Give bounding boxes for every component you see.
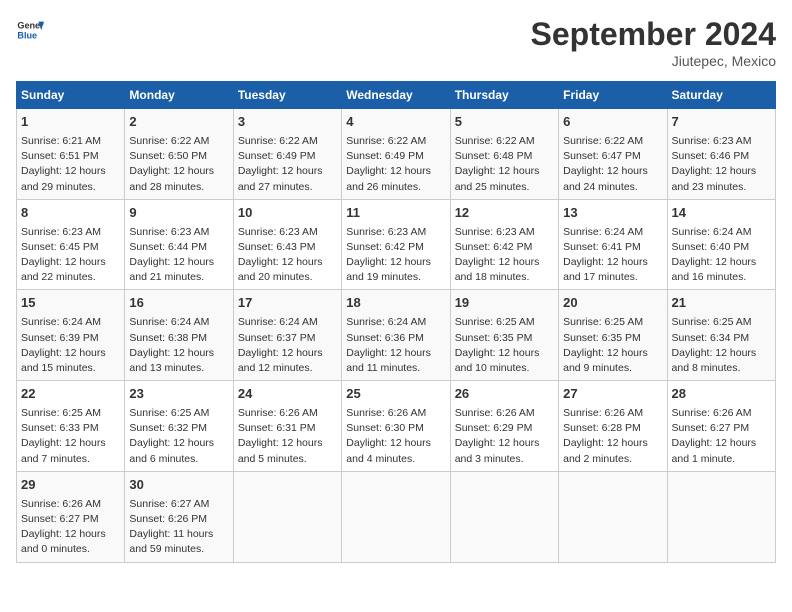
calendar-cell: 28Sunrise: 6:26 AMSunset: 6:27 PMDayligh… — [667, 381, 775, 472]
month-title: September 2024 — [531, 16, 776, 53]
calendar-week-row: 29Sunrise: 6:26 AMSunset: 6:27 PMDayligh… — [17, 471, 776, 562]
calendar-cell — [559, 471, 667, 562]
calendar-cell: 11Sunrise: 6:23 AMSunset: 6:42 PMDayligh… — [342, 199, 450, 290]
day-number: 28 — [672, 385, 771, 404]
day-number: 21 — [672, 294, 771, 313]
day-number: 16 — [129, 294, 228, 313]
calendar-cell: 8Sunrise: 6:23 AMSunset: 6:45 PMDaylight… — [17, 199, 125, 290]
day-number: 23 — [129, 385, 228, 404]
day-number: 7 — [672, 113, 771, 132]
day-number: 27 — [563, 385, 662, 404]
day-number: 2 — [129, 113, 228, 132]
logo-icon: General Blue — [16, 16, 44, 44]
calendar-cell: 21Sunrise: 6:25 AMSunset: 6:34 PMDayligh… — [667, 290, 775, 381]
calendar-cell: 12Sunrise: 6:23 AMSunset: 6:42 PMDayligh… — [450, 199, 558, 290]
calendar-cell: 24Sunrise: 6:26 AMSunset: 6:31 PMDayligh… — [233, 381, 341, 472]
calendar-body: 1Sunrise: 6:21 AMSunset: 6:51 PMDaylight… — [17, 109, 776, 563]
calendar-cell — [342, 471, 450, 562]
day-number: 1 — [21, 113, 120, 132]
day-number: 18 — [346, 294, 445, 313]
day-number: 24 — [238, 385, 337, 404]
day-number: 11 — [346, 204, 445, 223]
calendar-cell — [233, 471, 341, 562]
day-number: 4 — [346, 113, 445, 132]
day-header-saturday: Saturday — [667, 82, 775, 109]
day-number: 14 — [672, 204, 771, 223]
day-header-sunday: Sunday — [17, 82, 125, 109]
calendar-cell: 17Sunrise: 6:24 AMSunset: 6:37 PMDayligh… — [233, 290, 341, 381]
title-area: September 2024 Jiutepec, Mexico — [531, 16, 776, 69]
calendar-cell — [450, 471, 558, 562]
calendar-week-row: 15Sunrise: 6:24 AMSunset: 6:39 PMDayligh… — [17, 290, 776, 381]
calendar-cell: 15Sunrise: 6:24 AMSunset: 6:39 PMDayligh… — [17, 290, 125, 381]
calendar-cell: 10Sunrise: 6:23 AMSunset: 6:43 PMDayligh… — [233, 199, 341, 290]
day-header-monday: Monday — [125, 82, 233, 109]
day-number: 25 — [346, 385, 445, 404]
day-number: 19 — [455, 294, 554, 313]
calendar-cell: 29Sunrise: 6:26 AMSunset: 6:27 PMDayligh… — [17, 471, 125, 562]
day-header-tuesday: Tuesday — [233, 82, 341, 109]
calendar-cell: 27Sunrise: 6:26 AMSunset: 6:28 PMDayligh… — [559, 381, 667, 472]
day-header-wednesday: Wednesday — [342, 82, 450, 109]
calendar-cell: 16Sunrise: 6:24 AMSunset: 6:38 PMDayligh… — [125, 290, 233, 381]
calendar-cell: 19Sunrise: 6:25 AMSunset: 6:35 PMDayligh… — [450, 290, 558, 381]
day-number: 15 — [21, 294, 120, 313]
day-number: 29 — [21, 476, 120, 495]
day-number: 9 — [129, 204, 228, 223]
calendar-cell: 22Sunrise: 6:25 AMSunset: 6:33 PMDayligh… — [17, 381, 125, 472]
calendar-cell: 6Sunrise: 6:22 AMSunset: 6:47 PMDaylight… — [559, 109, 667, 200]
logo: General Blue — [16, 16, 44, 44]
day-number: 10 — [238, 204, 337, 223]
day-number: 30 — [129, 476, 228, 495]
calendar-cell: 4Sunrise: 6:22 AMSunset: 6:49 PMDaylight… — [342, 109, 450, 200]
day-number: 20 — [563, 294, 662, 313]
day-number: 12 — [455, 204, 554, 223]
calendar-cell — [667, 471, 775, 562]
calendar-week-row: 22Sunrise: 6:25 AMSunset: 6:33 PMDayligh… — [17, 381, 776, 472]
day-number: 13 — [563, 204, 662, 223]
day-header-friday: Friday — [559, 82, 667, 109]
calendar-cell: 20Sunrise: 6:25 AMSunset: 6:35 PMDayligh… — [559, 290, 667, 381]
calendar-cell: 30Sunrise: 6:27 AMSunset: 6:26 PMDayligh… — [125, 471, 233, 562]
svg-text:Blue: Blue — [17, 30, 37, 40]
calendar-header-row: SundayMondayTuesdayWednesdayThursdayFrid… — [17, 82, 776, 109]
day-number: 17 — [238, 294, 337, 313]
calendar-table: SundayMondayTuesdayWednesdayThursdayFrid… — [16, 81, 776, 563]
location-subtitle: Jiutepec, Mexico — [531, 53, 776, 69]
calendar-cell: 3Sunrise: 6:22 AMSunset: 6:49 PMDaylight… — [233, 109, 341, 200]
calendar-cell: 18Sunrise: 6:24 AMSunset: 6:36 PMDayligh… — [342, 290, 450, 381]
calendar-cell: 5Sunrise: 6:22 AMSunset: 6:48 PMDaylight… — [450, 109, 558, 200]
day-header-thursday: Thursday — [450, 82, 558, 109]
calendar-cell: 9Sunrise: 6:23 AMSunset: 6:44 PMDaylight… — [125, 199, 233, 290]
day-number: 3 — [238, 113, 337, 132]
calendar-cell: 13Sunrise: 6:24 AMSunset: 6:41 PMDayligh… — [559, 199, 667, 290]
day-number: 6 — [563, 113, 662, 132]
calendar-cell: 1Sunrise: 6:21 AMSunset: 6:51 PMDaylight… — [17, 109, 125, 200]
calendar-cell: 7Sunrise: 6:23 AMSunset: 6:46 PMDaylight… — [667, 109, 775, 200]
header: General Blue September 2024 Jiutepec, Me… — [16, 16, 776, 69]
day-number: 22 — [21, 385, 120, 404]
calendar-cell: 26Sunrise: 6:26 AMSunset: 6:29 PMDayligh… — [450, 381, 558, 472]
day-number: 8 — [21, 204, 120, 223]
calendar-week-row: 8Sunrise: 6:23 AMSunset: 6:45 PMDaylight… — [17, 199, 776, 290]
calendar-week-row: 1Sunrise: 6:21 AMSunset: 6:51 PMDaylight… — [17, 109, 776, 200]
calendar-cell: 23Sunrise: 6:25 AMSunset: 6:32 PMDayligh… — [125, 381, 233, 472]
calendar-cell: 14Sunrise: 6:24 AMSunset: 6:40 PMDayligh… — [667, 199, 775, 290]
day-number: 5 — [455, 113, 554, 132]
day-number: 26 — [455, 385, 554, 404]
calendar-cell: 25Sunrise: 6:26 AMSunset: 6:30 PMDayligh… — [342, 381, 450, 472]
calendar-cell: 2Sunrise: 6:22 AMSunset: 6:50 PMDaylight… — [125, 109, 233, 200]
